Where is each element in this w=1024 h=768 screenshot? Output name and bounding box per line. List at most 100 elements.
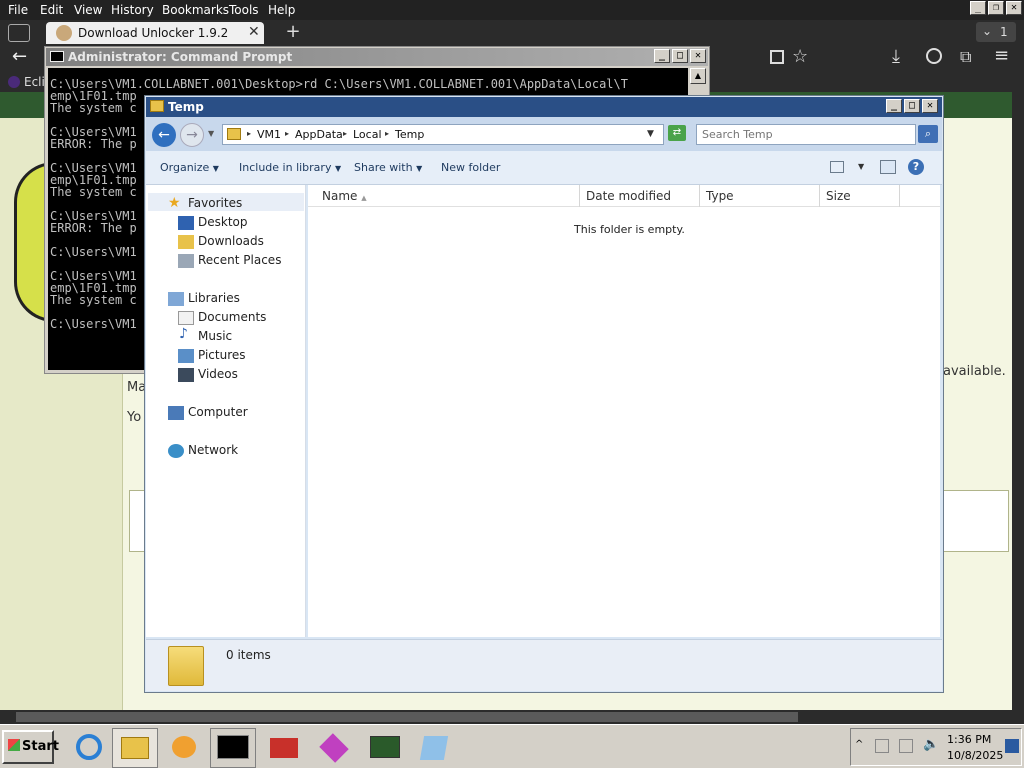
menu-history[interactable]: History — [111, 3, 154, 17]
show-desktop-icon[interactable] — [1005, 739, 1019, 753]
cmd-maximize-button[interactable]: □ — [672, 49, 688, 63]
nav-recent-places[interactable]: Recent Places — [198, 253, 281, 267]
breadcrumb-chevron-icon[interactable]: ▸ — [385, 129, 389, 138]
internet-explorer-icon[interactable] — [66, 728, 110, 766]
command-bar: Organize ▼ Include in library ▼ Share wi… — [146, 151, 942, 185]
explorer-taskbar-icon[interactable] — [112, 728, 158, 768]
account-icon[interactable] — [926, 48, 942, 64]
reader-view-icon[interactable] — [770, 50, 784, 64]
extensions-icon[interactable]: ⧉ — [960, 47, 971, 67]
explorer-close-button[interactable]: ✕ — [922, 99, 938, 113]
help-icon[interactable]: ? — [908, 159, 924, 175]
breadcrumb-appdata[interactable]: AppData — [295, 128, 343, 141]
breadcrumb-chevron-icon[interactable]: ▸ — [247, 129, 251, 138]
volume-muted-icon[interactable]: 🔈 — [923, 737, 939, 752]
notepad-icon[interactable] — [412, 728, 456, 766]
action-center-icon[interactable] — [899, 739, 913, 753]
system-tray: ^ 🔈 1:36 PM 10/8/2025 — [850, 728, 1022, 766]
view-options-chevron-icon[interactable]: ▼ — [858, 162, 864, 171]
network-status-icon[interactable] — [875, 739, 889, 753]
forward-button[interactable]: → — [180, 123, 204, 147]
menu-view[interactable]: View — [74, 3, 102, 17]
nav-favorites[interactable]: Favorites — [188, 196, 242, 210]
tab-close-icon[interactable]: ✕ — [248, 24, 260, 40]
virtualbox-icon[interactable] — [312, 728, 356, 766]
search-icon[interactable]: ⌕ — [918, 125, 938, 143]
nav-pictures[interactable]: Pictures — [198, 348, 246, 362]
explorer-titlebar[interactable]: Temp _ □ ✕ — [146, 97, 942, 117]
cmd-minimize-button[interactable]: _ — [654, 49, 670, 63]
pictures-icon — [178, 349, 194, 363]
nav-desktop[interactable]: Desktop — [198, 215, 248, 229]
preview-pane-icon[interactable] — [880, 160, 896, 174]
back-arrow-icon[interactable]: ← — [12, 46, 27, 67]
nav-videos[interactable]: Videos — [198, 367, 238, 381]
bookmark-star-icon[interactable]: ☆ — [792, 46, 808, 67]
nav-documents[interactable]: Documents — [198, 310, 266, 324]
change-view-icon[interactable] — [830, 161, 844, 173]
column-size[interactable]: Size — [820, 185, 900, 207]
menu-edit[interactable]: Edit — [40, 3, 63, 17]
nav-downloads[interactable]: Downloads — [198, 234, 264, 248]
scroll-up-icon[interactable]: ▲ — [690, 68, 706, 84]
column-name[interactable]: Name ▲ — [308, 185, 580, 207]
menu-tools[interactable]: Tools — [229, 3, 259, 17]
restore-button[interactable]: ❐ — [988, 1, 1004, 15]
nav-music[interactable]: Music — [198, 329, 232, 343]
page-vertical-scrollbar[interactable] — [1012, 92, 1024, 710]
explorer-minimize-button[interactable]: _ — [886, 99, 902, 113]
monitor-app-icon[interactable] — [362, 728, 406, 766]
menu-help[interactable]: Help — [268, 3, 295, 17]
horizontal-scroll-thumb[interactable] — [16, 712, 798, 722]
organize-label: Organize — [160, 161, 210, 174]
hamburger-menu-icon[interactable]: ≡ — [994, 45, 1009, 66]
nav-computer[interactable]: Computer — [188, 405, 248, 419]
breadcrumb-temp[interactable]: Temp — [395, 128, 424, 141]
bookmark-eclipse[interactable]: Ecli — [24, 75, 45, 89]
share-with-label: Share with — [354, 161, 413, 174]
back-button[interactable]: ← — [152, 123, 176, 147]
address-bar[interactable]: ▸ VM1 ▸ AppData ▸ Local ▸ Temp ▼ — [222, 124, 664, 145]
clock-date[interactable]: 10/8/2025 — [947, 749, 1003, 762]
include-in-library-label: Include in library — [239, 161, 332, 174]
tab-overflow-button[interactable]: ⌄ 1 — [976, 22, 1016, 42]
breadcrumb-vm1[interactable]: VM1 — [257, 128, 281, 141]
show-hidden-icons-icon[interactable]: ^ — [855, 739, 863, 750]
new-tab-button[interactable]: + — [282, 22, 304, 42]
column-date-modified[interactable]: Date modified — [580, 185, 700, 207]
breadcrumb-local[interactable]: Local — [353, 128, 382, 141]
toolbox-icon[interactable] — [262, 728, 306, 766]
menu-file[interactable]: File — [8, 3, 28, 17]
details-pane: 0 items — [146, 639, 942, 691]
address-dropdown-icon[interactable]: ▼ — [647, 129, 654, 139]
file-list[interactable]: This folder is empty. — [308, 185, 940, 637]
breadcrumb-chevron-icon[interactable]: ▸ — [285, 129, 289, 138]
minimize-button[interactable]: _ — [970, 1, 986, 15]
cmd-close-button[interactable]: ✕ — [690, 49, 706, 63]
close-button[interactable]: ✕ — [1006, 1, 1022, 15]
refresh-icon[interactable]: ⇄ — [668, 125, 686, 141]
media-player-icon[interactable] — [162, 728, 206, 766]
include-in-library-button[interactable]: Include in library ▼ — [239, 161, 341, 174]
cmd-taskbar-icon[interactable] — [210, 728, 256, 768]
breadcrumb-chevron-icon[interactable]: ▸ — [343, 129, 347, 138]
search-input[interactable] — [696, 124, 916, 145]
nav-network[interactable]: Network — [188, 443, 238, 457]
share-with-button[interactable]: Share with ▼ — [354, 161, 422, 174]
download-icon[interactable]: ⤓ — [892, 46, 900, 67]
tab-list-icon[interactable] — [8, 24, 30, 42]
tab-download-unlocker[interactable]: Download Unlocker 1.9.2 ✕ — [46, 22, 264, 44]
cmd-titlebar[interactable]: Administrator: Command Prompt _ □ ✕ — [46, 48, 708, 66]
column-type[interactable]: Type — [700, 185, 820, 207]
clock-time[interactable]: 1:36 PM — [947, 733, 991, 746]
recent-places-icon — [178, 254, 194, 268]
eclipse-favicon-icon — [8, 76, 20, 88]
start-button[interactable]: Start — [2, 730, 59, 764]
recent-pages-chevron-icon[interactable]: ▼ — [208, 129, 214, 138]
menu-bookmarks[interactable]: Bookmarks — [162, 3, 229, 17]
nav-libraries[interactable]: Libraries — [188, 291, 240, 305]
new-folder-button[interactable]: New folder — [441, 161, 500, 174]
explorer-maximize-button[interactable]: □ — [904, 99, 920, 113]
organize-button[interactable]: Organize ▼ — [160, 161, 219, 174]
column-headers: Name ▲ Date modified Type Size — [308, 185, 940, 207]
